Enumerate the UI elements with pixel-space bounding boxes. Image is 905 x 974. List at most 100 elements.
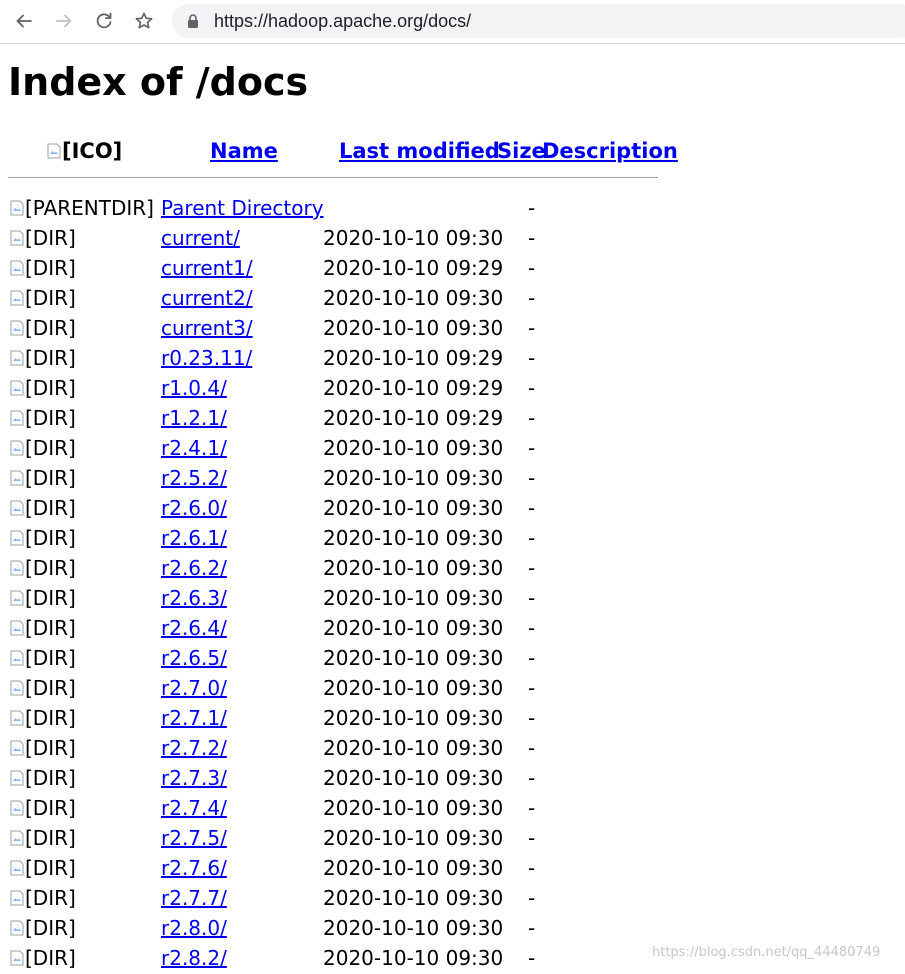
directory-link[interactable]: r2.4.1/ (161, 436, 227, 460)
directory-listing: [PARENTDIR] Parent Directory - [DIR] current… (0, 193, 905, 973)
broken-image-icon (10, 824, 24, 846)
row-icon-cell: [DIR] (10, 793, 76, 823)
broken-image-icon (10, 764, 24, 786)
icon-alt-text: [DIR] (25, 946, 76, 970)
size-cell: - (528, 916, 536, 940)
row-icon-cell: [DIR] (10, 733, 76, 763)
name-column-sort-link[interactable]: Name (210, 139, 278, 163)
row-icon-cell: [DIR] (10, 853, 76, 883)
directory-link[interactable]: r2.7.6/ (161, 856, 227, 880)
icon-alt-text: [DIR] (25, 466, 76, 490)
table-row: [DIR] r2.6.1/2020-10-10 09:30- (0, 523, 905, 553)
icon-alt-text: [DIR] (25, 646, 76, 670)
icon-alt-text: [DIR] (25, 526, 76, 550)
directory-link[interactable]: r2.6.1/ (161, 526, 227, 550)
icon-alt-text: [DIR] (25, 826, 76, 850)
directory-link[interactable]: r0.23.11/ (161, 346, 252, 370)
directory-link[interactable]: r2.5.2/ (161, 466, 227, 490)
directory-link[interactable]: r2.6.5/ (161, 646, 227, 670)
directory-link[interactable]: current3/ (161, 316, 253, 340)
last-modified-cell: 2020-10-10 09:30 (323, 316, 504, 340)
icon-alt-text: [DIR] (25, 586, 76, 610)
directory-link[interactable]: r2.7.0/ (161, 676, 227, 700)
row-icon-cell: [DIR] (10, 943, 76, 973)
row-icon-cell: [DIR] (10, 433, 76, 463)
table-row: [DIR] r2.6.3/2020-10-10 09:30- (0, 583, 905, 613)
forward-arrow-icon[interactable] (49, 6, 79, 36)
broken-image-icon (10, 734, 24, 756)
back-arrow-icon[interactable] (9, 6, 39, 36)
directory-link[interactable]: r2.6.0/ (161, 496, 227, 520)
table-row: [DIR] current/2020-10-10 09:30- (0, 223, 905, 253)
size-cell: - (528, 226, 536, 250)
reload-icon[interactable] (89, 6, 119, 36)
size-cell: - (528, 616, 536, 640)
directory-link[interactable]: current2/ (161, 286, 253, 310)
broken-image-icon (10, 374, 24, 396)
directory-link[interactable]: r2.8.0/ (161, 916, 227, 940)
row-icon-cell: [DIR] (10, 883, 76, 913)
icon-alt-text: [DIR] (25, 676, 76, 700)
directory-link[interactable]: current1/ (161, 256, 253, 280)
directory-link[interactable]: current/ (161, 226, 240, 250)
row-icon-cell: [DIR] (10, 343, 76, 373)
table-row: [DIR] r2.5.2/2020-10-10 09:30- (0, 463, 905, 493)
size-cell: - (528, 796, 536, 820)
directory-link[interactable]: r2.6.2/ (161, 556, 227, 580)
last-modified-column-sort-link[interactable]: Last modified (339, 139, 500, 163)
icon-alt-text: [PARENTDIR] (25, 196, 154, 220)
size-cell: - (528, 706, 536, 730)
directory-link[interactable]: Parent Directory (161, 196, 324, 220)
directory-link[interactable]: r2.8.2/ (161, 946, 227, 970)
address-bar[interactable]: https://hadoop.apache.org/docs/ (172, 4, 905, 38)
row-icon-cell: [DIR] (10, 283, 76, 313)
icon-alt-text: [DIR] (25, 736, 76, 760)
last-modified-cell: 2020-10-10 09:30 (323, 436, 504, 460)
broken-image-icon (10, 224, 24, 246)
directory-link[interactable]: r2.7.4/ (161, 796, 227, 820)
directory-link[interactable]: r1.2.1/ (161, 406, 227, 430)
size-cell: - (528, 586, 536, 610)
broken-image-icon (10, 344, 24, 366)
table-row: [DIR] current2/2020-10-10 09:30- (0, 283, 905, 313)
directory-link[interactable]: r2.7.7/ (161, 886, 227, 910)
directory-link[interactable]: r2.7.2/ (161, 736, 227, 760)
row-icon-cell: [DIR] (10, 763, 76, 793)
broken-image-icon (10, 434, 24, 456)
last-modified-cell: 2020-10-10 09:30 (323, 466, 504, 490)
table-row: [DIR] r0.23.11/2020-10-10 09:29- (0, 343, 905, 373)
broken-image-icon (10, 494, 24, 516)
directory-link[interactable]: r2.7.3/ (161, 766, 227, 790)
icon-column-alt: [ICO] (62, 139, 123, 163)
last-modified-cell: 2020-10-10 09:30 (323, 766, 504, 790)
icon-alt-text: [DIR] (25, 706, 76, 730)
row-icon-cell: [DIR] (10, 223, 76, 253)
size-cell: - (528, 346, 536, 370)
size-cell: - (528, 766, 536, 790)
last-modified-cell: 2020-10-10 09:30 (323, 586, 504, 610)
size-cell: - (528, 376, 536, 400)
size-cell: - (528, 556, 536, 580)
table-row: [DIR] current3/2020-10-10 09:30- (0, 313, 905, 343)
last-modified-cell: 2020-10-10 09:29 (323, 376, 504, 400)
bookmark-star-icon[interactable] (129, 6, 159, 36)
row-icon-cell: [DIR] (10, 523, 76, 553)
directory-link[interactable]: r2.6.3/ (161, 586, 227, 610)
table-row: [DIR] r2.6.2/2020-10-10 09:30- (0, 553, 905, 583)
table-row: [DIR] r2.7.3/2020-10-10 09:30- (0, 763, 905, 793)
size-column-sort-link[interactable]: Size (497, 139, 546, 163)
last-modified-cell: 2020-10-10 09:30 (323, 526, 504, 550)
last-modified-cell: 2020-10-10 09:30 (323, 736, 504, 760)
size-cell: - (528, 526, 536, 550)
broken-image-icon (10, 614, 24, 636)
description-column-sort-link[interactable]: Description (542, 139, 678, 163)
icon-alt-text: [DIR] (25, 346, 76, 370)
directory-link[interactable]: r1.0.4/ (161, 376, 227, 400)
directory-link[interactable]: r2.7.1/ (161, 706, 227, 730)
size-cell: - (528, 256, 536, 280)
table-row: [DIR] r2.7.4/2020-10-10 09:30- (0, 793, 905, 823)
row-icon-cell: [DIR] (10, 493, 76, 523)
row-icon-cell: [DIR] (10, 613, 76, 643)
directory-link[interactable]: r2.6.4/ (161, 616, 227, 640)
directory-link[interactable]: r2.7.5/ (161, 826, 227, 850)
